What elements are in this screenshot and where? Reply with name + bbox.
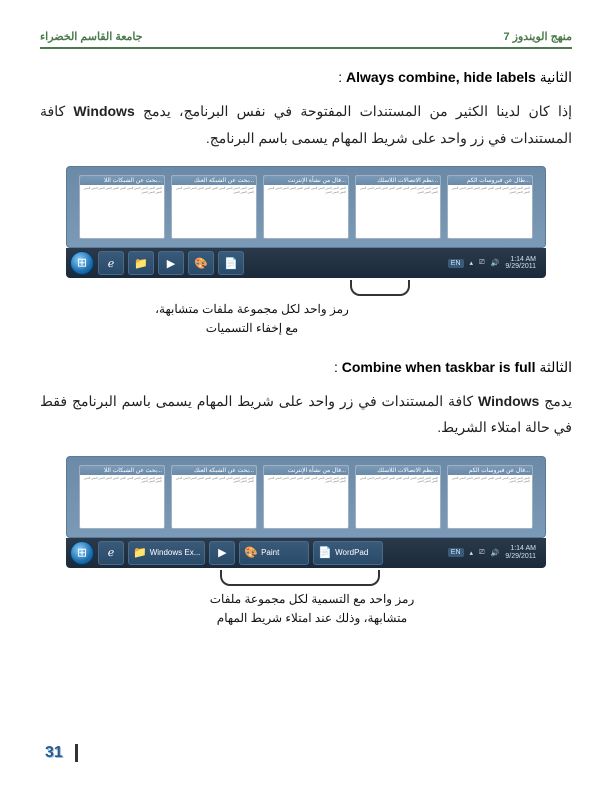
taskbar-paint-button[interactable]: 🎨	[188, 251, 214, 275]
taskbar-ie-button[interactable]: ℯ	[98, 541, 124, 565]
preview-thumb: ...قال عن فيروسات الكم النص النص النص ال…	[447, 465, 533, 529]
thumb-body: النص النص النص النص النص النص النص النص …	[80, 475, 164, 528]
clock-date: 9/29/2011	[505, 553, 536, 561]
media-icon: ▶	[218, 546, 226, 559]
figure1: ...طال عن فيروسات الكم النص النص النص ال…	[40, 166, 572, 338]
tray-volume-icon[interactable]: 🔊	[491, 549, 500, 557]
thumb-title: ...نظم الاتصالات اللاسلك	[356, 466, 440, 475]
preview-thumb: ...نظم الاتصالات اللاسلك النص النص النص …	[355, 465, 441, 529]
preview-thumb: ...بحث عن الشبكات اللا النص النص النص ال…	[79, 465, 165, 529]
ie-icon: ℯ	[108, 257, 115, 270]
thumb-title: ...بحث عن الشبكات اللا	[80, 176, 164, 185]
thumb-title: ...قال من نشأة الإنترنت	[264, 466, 348, 475]
section1-body-pre: إذا كان لدينا الكثير من المستندات المفتو…	[135, 103, 572, 119]
section2-colon: :	[334, 359, 338, 375]
thumb-title: ...طال عن فيروسات الكم	[448, 176, 532, 185]
taskbar-paint-button[interactable]: 🎨 Paint	[239, 541, 309, 565]
wordpad-icon: 📄	[224, 257, 238, 270]
section2-body-pre: يدمج	[539, 393, 572, 409]
wordpad-icon: 📄	[318, 546, 332, 559]
figure2-previews: ...قال عن فيروسات الكم النص النص النص ال…	[66, 456, 546, 538]
taskbar-wordpad-button[interactable]: 📄	[218, 251, 244, 275]
section1-body: إذا كان لدينا الكثير من المستندات المفتو…	[40, 98, 572, 151]
tray-network-icon[interactable]: ⎚	[479, 259, 485, 267]
thumb-body: النص النص النص النص النص النص النص النص …	[80, 185, 164, 238]
section1-bold: Always combine, hide labels	[346, 69, 536, 85]
thumb-body: النص النص النص النص النص النص النص النص …	[172, 185, 256, 238]
clock-date: 9/29/2011	[505, 263, 536, 271]
figure1-previews: ...طال عن فيروسات الكم النص النص النص ال…	[66, 166, 546, 248]
clock[interactable]: 1:14 AM 9/29/2011	[505, 545, 536, 560]
preview-thumb: ...بحث عن الشبكات اللا النص النص النص ال…	[79, 175, 165, 239]
tray-up-icon[interactable]: ▴	[470, 549, 474, 557]
system-tray: EN ▴ ⎚ 🔊 1:14 AM 9/29/2011	[442, 545, 542, 560]
preview-thumb: ...بحث عن الشبكة العنك النص النص النص ال…	[171, 465, 257, 529]
figure2-taskbar: ℯ 📁 Windows Ex... ▶ 🎨 Paint 📄 WordPad EN…	[66, 538, 546, 568]
callout-brace	[350, 280, 410, 296]
taskbar-wordpad-button[interactable]: 📄 WordPad	[313, 541, 383, 565]
figure2-callout: رمز واحد مع التسمية لكل مجموعة ملفات متش…	[202, 590, 422, 628]
preview-thumb: ...نظم الاتصالات اللاسلك النص النص النص …	[355, 175, 441, 239]
taskbar-media-button[interactable]: ▶	[158, 251, 184, 275]
taskbar-media-button[interactable]: ▶	[209, 541, 235, 565]
thumb-title: ...قال عن فيروسات الكم	[448, 466, 532, 475]
page-header: منهج الويندوز 7 جامعة القاسم الخضراء	[40, 30, 572, 49]
thumb-title: ...بحث عن الشبكة العنك	[172, 466, 256, 475]
preview-thumb: ...قال من نشأة الإنترنت النص النص النص ا…	[263, 175, 349, 239]
header-left: جامعة القاسم الخضراء	[40, 30, 143, 43]
tray-volume-icon[interactable]: 🔊	[491, 259, 500, 267]
thumb-title: ...بحث عن الشبكة العنك	[172, 176, 256, 185]
thumb-body: النص النص النص النص النص النص النص النص …	[448, 475, 532, 528]
section1-inline: Windows	[73, 103, 134, 119]
folder-icon: 📁	[134, 257, 148, 270]
clock-time: 1:14 AM	[505, 256, 536, 264]
thumb-body: النص النص النص النص النص النص النص النص …	[448, 185, 532, 238]
taskbar-label: Paint	[261, 548, 279, 557]
thumb-title: ...بحث عن الشبكات اللا	[80, 466, 164, 475]
thumb-body: النص النص النص النص النص النص النص النص …	[356, 185, 440, 238]
taskbar-folder-button[interactable]: 📁	[128, 251, 154, 275]
taskbar-label: Windows Ex...	[150, 548, 201, 557]
figure1-callout: رمز واحد لكل مجموعة ملفات متشابهة، مع إخ…	[152, 300, 352, 338]
figure1-taskbar: ℯ 📁 ▶ 🎨 📄 EN ▴ ⎚ 🔊 1:14 AM 9/29/2011	[66, 248, 546, 278]
ie-icon: ℯ	[108, 546, 115, 559]
section2-inline: Windows	[478, 393, 539, 409]
thumb-title: ...نظم الاتصالات اللاسلك	[356, 176, 440, 185]
section2-title: الثالثة Combine when taskbar is full :	[40, 359, 572, 376]
taskbar-ie-button[interactable]: ℯ	[98, 251, 124, 275]
media-icon: ▶	[167, 257, 175, 270]
section2-body: يدمج Windows كافة المستندات في زر واحد ع…	[40, 388, 572, 441]
page-number: 31	[45, 744, 78, 762]
section1-colon: :	[338, 69, 342, 85]
language-indicator[interactable]: EN	[448, 548, 464, 557]
clock[interactable]: 1:14 AM 9/29/2011	[505, 256, 536, 271]
paint-icon: 🎨	[194, 257, 208, 270]
thumb-body: النص النص النص النص النص النص النص النص …	[264, 185, 348, 238]
start-button-icon[interactable]	[70, 251, 94, 275]
section2-prefix: الثالثة	[539, 359, 572, 375]
callout-brace	[220, 570, 380, 586]
section1-title: الثانية Always combine, hide labels :	[40, 69, 572, 86]
thumb-body: النص النص النص النص النص النص النص النص …	[172, 475, 256, 528]
tray-network-icon[interactable]: ⎚	[479, 549, 485, 557]
system-tray: EN ▴ ⎚ 🔊 1:14 AM 9/29/2011	[442, 256, 542, 271]
language-indicator[interactable]: EN	[448, 259, 464, 268]
paint-icon: 🎨	[244, 546, 258, 559]
section2-bold: Combine when taskbar is full	[342, 359, 536, 375]
thumb-title: ...قال من نشأة الإنترنت	[264, 176, 348, 185]
preview-thumb: ...بحث عن الشبكة العنك النص النص النص ال…	[171, 175, 257, 239]
thumb-body: النص النص النص النص النص النص النص النص …	[264, 475, 348, 528]
header-right: منهج الويندوز 7	[504, 30, 573, 43]
taskbar-label: WordPad	[335, 548, 368, 557]
preview-thumb: ...قال من نشأة الإنترنت النص النص النص ا…	[263, 465, 349, 529]
clock-time: 1:14 AM	[505, 545, 536, 553]
taskbar-explorer-button[interactable]: 📁 Windows Ex...	[128, 541, 205, 565]
tray-up-icon[interactable]: ▴	[470, 259, 474, 267]
start-button-icon[interactable]	[70, 541, 94, 565]
thumb-body: النص النص النص النص النص النص النص النص …	[356, 475, 440, 528]
preview-thumb: ...طال عن فيروسات الكم النص النص النص ال…	[447, 175, 533, 239]
figure2: ...قال عن فيروسات الكم النص النص النص ال…	[40, 456, 572, 628]
section1-prefix: الثانية	[540, 69, 572, 85]
folder-icon: 📁	[133, 546, 147, 559]
